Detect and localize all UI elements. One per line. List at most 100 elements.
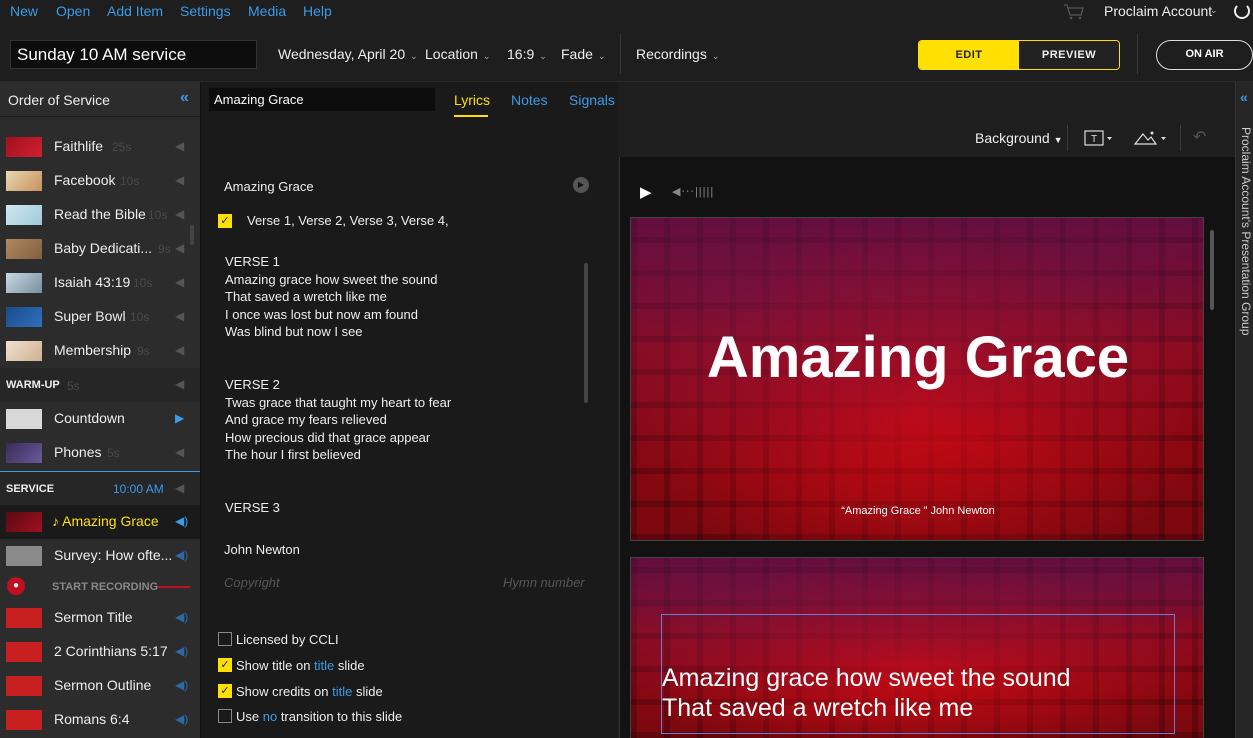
speaker-icon[interactable]: ◀) [175,610,188,624]
list-item[interactable]: Sermon Title ◀) [0,601,200,635]
tab-notes[interactable]: Notes [511,92,548,108]
lyric-line[interactable]: I once was lost but now am found [225,307,418,322]
section-header-service[interactable]: SERVICE 10:00 AM ◀ [0,471,200,505]
preview-scrollbar[interactable] [1210,230,1214,310]
menu-media[interactable]: Media [248,3,286,19]
edit-mode-button[interactable]: EDIT [919,41,1019,69]
sidebar-scrollbar[interactable] [190,225,194,245]
list-item[interactable]: Read the Bible 10s ◀ [0,198,200,232]
expand-panel-icon[interactable]: « [1240,89,1248,105]
aspect-dropdown[interactable]: 16:9 ⌄ [507,46,547,62]
speaker-icon[interactable]: ◀ [175,275,184,289]
account-menu[interactable]: Proclaim Account [1104,3,1212,19]
date-dropdown[interactable]: Wednesday, April 20 ⌄ [278,46,418,62]
item-title-field[interactable]: Amazing Grace [209,88,435,111]
lyric-line[interactable]: Twas grace that taught my heart to fear [225,395,451,410]
lyric-line[interactable]: Amazing grace how sweet the sound [225,272,437,287]
play-icon[interactable]: ▶ [640,183,652,201]
song-title-field[interactable]: Amazing Grace [224,179,314,194]
preview-mode-button[interactable]: PREVIEW [1019,41,1119,69]
cart-icon[interactable] [1063,3,1085,21]
location-dropdown[interactable]: Location ⌄ [425,46,490,62]
caret-down-icon: ▼ [1053,135,1063,145]
verse-order-field[interactable]: Verse 1, Verse 2, Verse 3, Verse 4, [247,213,449,228]
list-item[interactable]: Countdown ▶ [0,402,200,436]
list-item[interactable]: Faithlife 25s ◀ [0,130,200,164]
menu-settings[interactable]: Settings [180,3,231,19]
verse-heading[interactable]: VERSE 1 [225,254,280,269]
text-box-icon[interactable]: T [1084,130,1114,146]
image-icon[interactable] [1134,129,1168,147]
option-text: slide [334,658,365,673]
list-item-selected[interactable]: ♪ Amazing Grace ◀) [0,505,200,539]
speaker-icon[interactable]: ◀ [175,445,184,459]
list-item[interactable]: Baby Dedicati... 9s ◀ [0,232,200,266]
transition-link[interactable]: no [263,709,277,724]
menu-help[interactable]: Help [303,3,332,19]
play-icon[interactable]: ▶ [573,177,589,193]
speaker-icon[interactable]: ◀) [175,514,188,528]
item-duration: 25s [112,140,132,154]
speaker-icon[interactable]: ◀) [175,644,188,658]
on-air-button[interactable]: ON AIR [1156,40,1253,70]
lyric-line[interactable]: That saved a wretch like me [225,289,387,304]
editor-scrollbar[interactable] [584,263,588,403]
title-link[interactable]: title [314,658,334,673]
speaker-icon[interactable]: ◀ [175,241,184,255]
list-item[interactable]: 2 Corinthians 5:17 ◀) [0,635,200,669]
ccli-checkbox[interactable] [218,632,232,646]
recordings-dropdown[interactable]: Recordings ⌄ [636,46,719,62]
speaker-icon[interactable]: ◀ [175,481,184,495]
tab-lyrics[interactable]: Lyrics [454,92,490,108]
lyric-line[interactable]: And grace my fears relieved [225,412,387,427]
show-title-checkbox[interactable]: ✓ [218,658,232,672]
speaker-icon[interactable]: ◀) [175,712,188,726]
list-item[interactable]: Membership 9s ◀ [0,334,200,368]
hymn-number-field[interactable]: Hymn number [503,575,585,590]
menu-open[interactable]: Open [56,3,90,19]
lyric-line[interactable]: How precious did that grace appear [225,430,430,445]
list-item[interactable]: Survey: How ofte... ◀) [0,539,200,573]
play-circle-icon[interactable]: ▶ [175,411,184,425]
speaker-icon[interactable]: ◀ [175,139,184,153]
show-credits-checkbox[interactable]: ✓ [218,684,232,698]
list-item[interactable]: Super Bowl 10s ◀ [0,300,200,334]
lyric-line[interactable]: Was blind but now I see [225,324,363,339]
list-item[interactable]: Isaiah 43:19 10s ◀ [0,266,200,300]
background-dropdown[interactable]: Background ▼ [975,130,1063,146]
collapse-sidebar-icon[interactable]: « [180,89,189,107]
lyric-slide[interactable]: Amazing grace how sweet the sound That s… [630,557,1204,738]
tab-signals[interactable]: Signals [569,92,615,108]
speaker-icon[interactable]: ◀) [175,548,188,562]
title-slide[interactable]: Amazing Grace “Amazing Grace ” John Newt… [630,217,1204,541]
speaker-icon[interactable]: ◀ [175,309,184,323]
speaker-icon[interactable]: ◀) [175,678,188,692]
no-transition-checkbox[interactable] [218,709,232,723]
transition-dropdown[interactable]: Fade ⌄ [561,46,605,62]
start-recording-marker[interactable]: ● START RECORDING [0,573,200,599]
verse-heading[interactable]: VERSE 2 [225,377,280,392]
speaker-icon[interactable]: ◀ [175,377,184,391]
lyric-line[interactable]: The hour I first believed [225,447,361,462]
service-name-field[interactable]: Sunday 10 AM service [10,40,257,69]
speaker-icon[interactable]: ◀ [175,173,184,187]
speaker-icon[interactable]: ◀ [175,343,184,357]
slide-thumbnail [6,642,42,662]
list-item[interactable]: Phones 5s ◀ [0,436,200,470]
section-header-warmup[interactable]: WARM-UP 5s ◀ [0,368,200,402]
list-item[interactable]: Sermon Outline ◀) [0,669,200,703]
volume-icon[interactable]: ◀⋅⋅⋅||||| [672,185,714,198]
item-name: Sermon Outline [54,677,152,693]
list-item[interactable]: Facebook 10s ◀ [0,164,200,198]
undo-icon[interactable]: ↶ [1193,127,1206,147]
presentation-group-label[interactable]: Proclaim Account's Presentation Group [1237,127,1253,335]
author-field[interactable]: John Newton [224,542,300,557]
speaker-icon[interactable]: ◀ [175,207,184,221]
menu-new[interactable]: New [10,3,38,19]
verse-order-checkbox[interactable]: ✓ [218,214,232,228]
menu-add-item[interactable]: Add Item [107,3,163,19]
title-link[interactable]: title [332,684,352,699]
list-item[interactable]: Romans 6:4 ◀) [0,703,200,737]
verse-heading[interactable]: VERSE 3 [225,500,280,515]
copyright-field[interactable]: Copyright [224,575,280,590]
